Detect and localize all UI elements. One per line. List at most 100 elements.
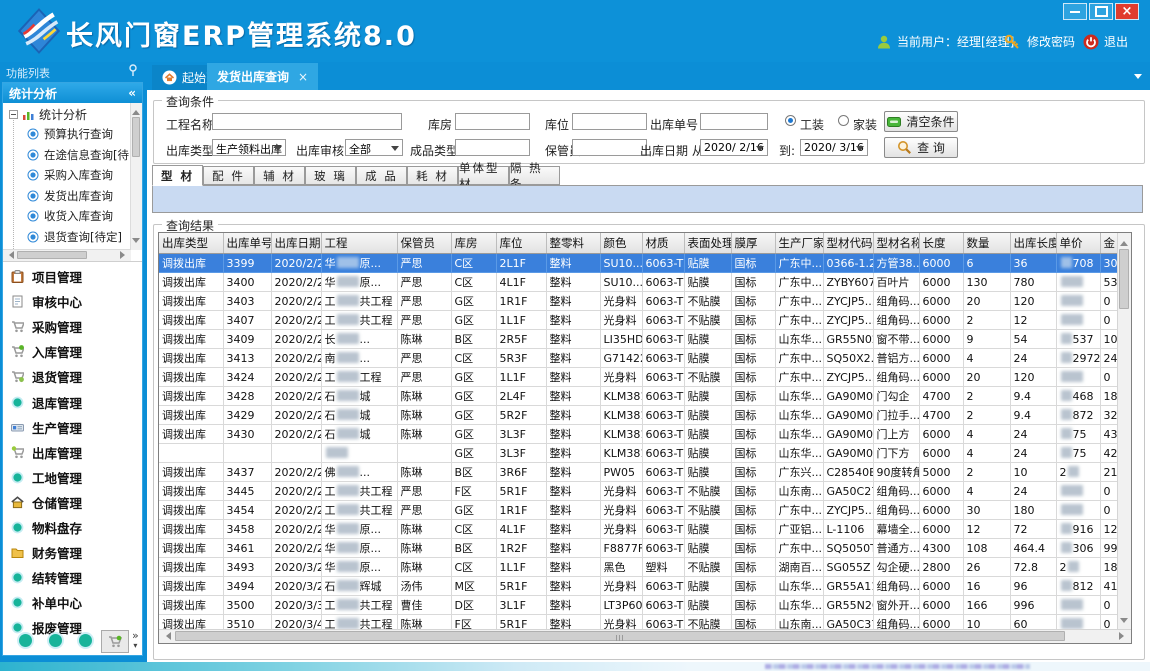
column-header[interactable]: 出库日期 bbox=[271, 233, 321, 254]
table-row[interactable]: 调拨出库34132020/2/26南...严思C区5R3F整料G71422606… bbox=[159, 349, 1118, 368]
tree-item[interactable]: 预算执行查询 bbox=[27, 126, 113, 142]
tree-item[interactable]: 退货查询[待定] bbox=[27, 229, 122, 245]
date-to-select[interactable]: 2020/ 3/16 bbox=[800, 139, 868, 156]
column-header[interactable]: 材质 bbox=[642, 233, 684, 254]
column-header[interactable]: 长度 bbox=[919, 233, 963, 254]
material-tab-3[interactable]: 辅 材 bbox=[254, 166, 305, 185]
table-row[interactable]: 调拨出库34932020/3/2华原...陈琳C区1L1F整料黑色塑料不贴膜国标… bbox=[159, 558, 1118, 577]
logout-button[interactable]: 退出 bbox=[1083, 33, 1128, 50]
pin-icon[interactable] bbox=[128, 64, 138, 77]
column-header[interactable]: 生产厂家 bbox=[775, 233, 823, 254]
order-no-input[interactable] bbox=[700, 113, 768, 130]
column-header[interactable]: 型材名称 bbox=[873, 233, 919, 254]
tree-collapse-box[interactable] bbox=[9, 110, 18, 119]
material-tab-6[interactable]: 耗 材 bbox=[407, 166, 458, 185]
column-header[interactable]: 整零料 bbox=[546, 233, 600, 254]
tab-list-dropdown-icon[interactable] bbox=[1134, 74, 1142, 83]
overflow-chevron[interactable]: »▾ bbox=[132, 631, 139, 650]
close-button[interactable]: × bbox=[1115, 3, 1139, 20]
column-header[interactable]: 单价 bbox=[1056, 233, 1100, 254]
tab-close-icon[interactable]: × bbox=[298, 70, 308, 84]
material-tab-8[interactable]: 隔 热 条 bbox=[509, 166, 560, 185]
location-input[interactable] bbox=[572, 113, 647, 130]
table-row[interactable]: 调拨出库34942020/3/2石辉城汤伟M区5R1F整料光身料6063-T5贴… bbox=[159, 577, 1118, 596]
warehouse-input[interactable] bbox=[455, 113, 530, 130]
table-row[interactable]: 调拨出库34542020/2/28工共工程严思G区1R1F整料光身料6063-T… bbox=[159, 501, 1118, 520]
sidebar-module-13[interactable]: 结转管理 bbox=[11, 568, 82, 587]
sidebar-module-4[interactable]: 入库管理 bbox=[11, 342, 82, 361]
sidebar-module-10[interactable]: 仓储管理 bbox=[11, 493, 82, 512]
cart-icon-button[interactable] bbox=[101, 630, 129, 653]
table-vertical-scrollbar[interactable] bbox=[1117, 233, 1131, 631]
column-header[interactable]: 库位 bbox=[496, 233, 546, 254]
column-header[interactable]: 出库长度 bbox=[1010, 233, 1056, 254]
out-type-select[interactable]: 生产领料出库 bbox=[212, 139, 286, 156]
project-name-input[interactable] bbox=[212, 113, 402, 130]
clear-conditions-button[interactable]: 清空条件 bbox=[884, 111, 958, 132]
search-button[interactable]: 查 询 bbox=[884, 137, 958, 158]
column-header[interactable]: 型材代码 bbox=[823, 233, 873, 254]
tree-item[interactable]: 采购入库查询 bbox=[27, 167, 113, 183]
minimize-button[interactable] bbox=[1063, 3, 1087, 20]
table-row[interactable]: 调拨出库33992020/2/25华原...严思C区2L1F整料SU10...6… bbox=[159, 254, 1118, 273]
sidebar-group-header[interactable]: 统计分析 « bbox=[3, 83, 142, 103]
material-tab-1[interactable]: 型 材 bbox=[152, 165, 203, 186]
column-header[interactable]: 金 bbox=[1100, 233, 1118, 254]
table-row[interactable]: 调拨出库34072020/2/25工共工程严思G区1L1F整料光身料6063-T… bbox=[159, 311, 1118, 330]
sidebar-module-7[interactable]: 生产管理 bbox=[11, 418, 82, 437]
material-tab-7[interactable]: 单体型材 bbox=[458, 166, 509, 185]
change-password-button[interactable]: 修改密码 bbox=[1004, 33, 1075, 50]
table-row[interactable]: 调拨出库34302020/2/26石城陈琳G区3L3F整料KLM38176063… bbox=[159, 425, 1118, 444]
tree-root-node[interactable]: 统计分析 bbox=[9, 106, 87, 123]
table-row[interactable]: G区3L3F整料KLM38176063-T5贴膜国标山东华...GA90M09.… bbox=[159, 444, 1118, 463]
table-row[interactable]: 调拨出库34582020/2/28华原...陈琳C区4L1F整料光身料6063-… bbox=[159, 520, 1118, 539]
material-tab-2[interactable]: 配 件 bbox=[203, 166, 254, 185]
keeper-input[interactable] bbox=[572, 139, 647, 156]
table-row[interactable]: 调拨出库34092020/2/25长...陈琳B区2R5F整料LI35HD606… bbox=[159, 330, 1118, 349]
table-row[interactable]: 调拨出库34372020/2/27佛...陈琳B区3R6F整料PW056063-… bbox=[159, 463, 1118, 482]
tree-item[interactable]: 收货入库查询 bbox=[27, 208, 113, 224]
sidebar-module-3[interactable]: 采购管理 bbox=[11, 317, 82, 336]
column-header[interactable]: 库房 bbox=[451, 233, 496, 254]
column-header[interactable]: 工程 bbox=[321, 233, 397, 254]
tree-vertical-scrollbar[interactable] bbox=[130, 103, 142, 250]
material-tab-4[interactable]: 玻 璃 bbox=[305, 166, 356, 185]
sidebar-module-9[interactable]: 工地管理 bbox=[11, 468, 82, 487]
circle-icon[interactable] bbox=[79, 634, 92, 647]
table-horizontal-scrollbar[interactable] bbox=[159, 629, 1131, 643]
sidebar-module-1[interactable]: 项目管理 bbox=[11, 267, 82, 286]
table-row[interactable]: 调拨出库34002020/2/25华原...严思C区4L1F整料SU10...6… bbox=[159, 273, 1118, 292]
collapse-chevron-icon[interactable]: « bbox=[128, 86, 136, 100]
table-row[interactable]: 调拨出库34292020/2/26石城陈琳G区5R2F整料KLM38176063… bbox=[159, 406, 1118, 425]
column-header[interactable]: 表面处理 bbox=[684, 233, 731, 254]
sidebar-module-12[interactable]: 财务管理 bbox=[11, 543, 82, 562]
sidebar-module-8[interactable]: 出库管理 bbox=[11, 443, 82, 462]
sidebar-module-5[interactable]: 退货管理 bbox=[11, 367, 82, 386]
home-decor-radio[interactable] bbox=[838, 115, 849, 126]
column-header[interactable]: 颜色 bbox=[600, 233, 642, 254]
sidebar-module-14[interactable]: 补单中心 bbox=[11, 593, 82, 612]
circle-icon[interactable] bbox=[19, 634, 32, 647]
audit-select[interactable]: 全部 bbox=[345, 139, 403, 156]
table-row[interactable]: 调拨出库34612020/2/28华原...陈琳B区1R2F整料F8877FT6… bbox=[159, 539, 1118, 558]
table-row[interactable]: 调拨出库34282020/2/26石城陈琳G区2L4F整料KLM38176063… bbox=[159, 387, 1118, 406]
column-header[interactable]: 出库单号 bbox=[223, 233, 271, 254]
column-header[interactable]: 数量 bbox=[963, 233, 1010, 254]
maximize-button[interactable] bbox=[1089, 3, 1113, 20]
table-row[interactable]: 调拨出库34032020/2/25工共工程严思G区1R1F整料光身料6063-T… bbox=[159, 292, 1118, 311]
column-header[interactable]: 出库类型 bbox=[159, 233, 223, 254]
table-row[interactable]: 调拨出库34242020/2/26工工程严思G区1L1F整料光身料6063-T5… bbox=[159, 368, 1118, 387]
column-header[interactable]: 保管员 bbox=[397, 233, 451, 254]
tree-item[interactable]: 发货出库查询 bbox=[27, 188, 113, 204]
material-tab-5[interactable]: 成 品 bbox=[356, 166, 407, 185]
date-from-select[interactable]: 2020/ 2/16 bbox=[700, 139, 768, 156]
sidebar-module-6[interactable]: 退库管理 bbox=[11, 393, 82, 412]
tab-shipping-outbound-query[interactable]: 发货出库查询 × bbox=[207, 63, 318, 90]
industrial-radio[interactable] bbox=[785, 115, 796, 126]
table-row[interactable]: 调拨出库34452020/2/27工共工程严思F区5R1F整料光身料6063-T… bbox=[159, 482, 1118, 501]
sidebar-module-2[interactable]: 审核中心 bbox=[11, 292, 82, 311]
column-header[interactable]: 膜厚 bbox=[731, 233, 775, 254]
sidebar-module-11[interactable]: 物料盘存 bbox=[11, 518, 82, 537]
tree-horizontal-scrollbar[interactable] bbox=[3, 249, 131, 261]
table-row[interactable]: 调拨出库35002020/3/3工共工程曹佳D区3L1F整料LT3P606063… bbox=[159, 596, 1118, 615]
